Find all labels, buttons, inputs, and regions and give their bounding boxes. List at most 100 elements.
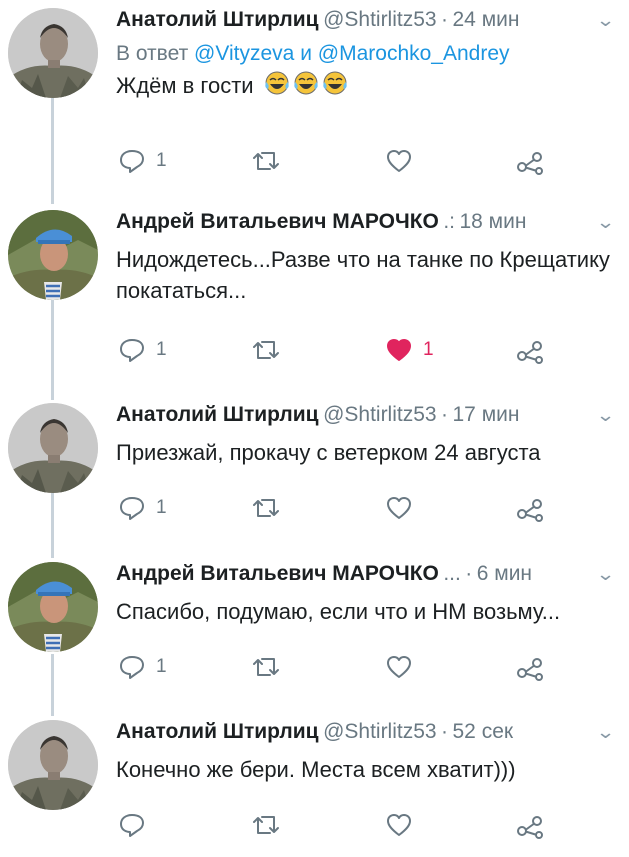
tweet-text: Конечно же бери. Места всем хватит))) — [116, 757, 516, 782]
retweet-icon — [253, 152, 279, 170]
chevron-down-icon[interactable]: ⌄ — [596, 405, 616, 426]
tweet-header: Андрей Витальевич МАРОЧКО .: 18 мин ⌄ — [116, 210, 617, 240]
reply-button[interactable] — [118, 810, 156, 840]
share-icon — [517, 658, 543, 681]
reply-button[interactable]: 1 — [118, 146, 167, 176]
reply-count: 1 — [156, 150, 167, 171]
avatar-shtirlitz[interactable] — [8, 403, 98, 493]
reply-icon — [120, 150, 144, 173]
heart-icon — [387, 656, 411, 678]
tweet-header: Анатолий Штирлиц @Shtirlitz53 · 24 мин ⌄ — [116, 8, 617, 38]
heart-icon — [387, 814, 411, 836]
retweet-icon — [253, 499, 279, 517]
tweet-text: Спасибо, подумаю, если что и НМ возьму..… — [116, 599, 561, 624]
reply-context: В ответ @Vityzeva и @Marochko_Andrey — [116, 42, 617, 66]
reply-count: 1 — [156, 497, 167, 518]
reply-icon — [120, 814, 144, 837]
emoji-group — [264, 70, 348, 104]
retweet-button[interactable] — [250, 146, 282, 176]
share-button[interactable] — [515, 146, 545, 176]
avatar-marochko[interactable] — [8, 562, 98, 652]
retweet-icon — [253, 816, 279, 834]
display-name[interactable]: Андрей Витальевич МАРОЧКО — [116, 210, 439, 233]
timestamp[interactable]: 6 мин — [477, 562, 532, 585]
username[interactable]: .: — [443, 210, 455, 233]
share-button[interactable] — [515, 493, 545, 523]
tweet-text: Нидождетесь...Разве что на танке по Крещ… — [116, 247, 610, 303]
separator-dot: · — [465, 562, 473, 585]
chevron-down-icon[interactable]: ⌄ — [596, 10, 616, 31]
retweet-icon — [253, 658, 279, 676]
share-icon — [517, 152, 543, 175]
share-icon — [517, 499, 543, 522]
display-name[interactable]: Анатолий Штирлиц — [116, 8, 319, 31]
tweet[interactable]: Андрей Витальевич МАРОЧКО ... · 6 мин ⌄ … — [0, 562, 629, 702]
reply-icon — [120, 339, 144, 362]
tweet-actions — [0, 810, 629, 840]
share-icon — [517, 816, 543, 839]
retweet-button[interactable] — [250, 493, 282, 523]
tweet-actions: 1 1 — [0, 335, 629, 365]
face-with-tears-of-joy-icon — [294, 71, 318, 95]
heart-icon — [387, 339, 411, 361]
chevron-down-icon[interactable]: ⌄ — [596, 212, 616, 233]
tweet[interactable]: Андрей Витальевич МАРОЧКО .: 18 мин ⌄ Ни… — [0, 210, 629, 380]
username[interactable]: @Shtirlitz53 — [323, 8, 437, 31]
timestamp[interactable]: 52 сек — [453, 720, 514, 743]
face-with-tears-of-joy-icon — [323, 71, 347, 95]
chevron-down-icon[interactable]: ⌄ — [596, 722, 616, 743]
face-with-tears-of-joy-icon — [265, 71, 289, 95]
username[interactable]: @Shtirlitz53 — [323, 720, 437, 743]
reply-button[interactable]: 1 — [118, 652, 167, 682]
conversation-thread: Анатолий Штирлиц @Shtirlitz53 · 24 мин ⌄… — [0, 0, 629, 857]
timestamp[interactable]: 24 мин — [453, 8, 520, 31]
tweet[interactable]: Анатолий Штирлиц @Shtirlitz53 · 17 мин ⌄… — [0, 403, 629, 543]
like-button[interactable] — [385, 146, 413, 176]
tweet[interactable]: Анатолий Штирлиц @Shtirlitz53 · 52 сек ⌄… — [0, 720, 629, 855]
share-button[interactable] — [515, 652, 545, 682]
display-name[interactable]: Анатолий Штирлиц — [116, 403, 319, 426]
mention-link[interactable]: @Vityzeva — [194, 42, 294, 65]
share-icon — [517, 341, 543, 364]
tweet-header: Андрей Витальевич МАРОЧКО ... · 6 мин ⌄ — [116, 562, 617, 592]
tweet-actions: 1 — [0, 652, 629, 682]
heart-icon — [387, 497, 411, 519]
tweet[interactable]: Анатолий Штирлиц @Shtirlitz53 · 24 мин ⌄… — [0, 8, 629, 188]
chevron-down-icon[interactable]: ⌄ — [596, 564, 616, 585]
like-button[interactable]: 1 — [385, 335, 434, 365]
separator-dot: · — [441, 720, 449, 743]
avatar-shtirlitz[interactable] — [8, 720, 98, 810]
like-button[interactable] — [385, 493, 413, 523]
separator-dot: · — [441, 403, 449, 426]
reply-button[interactable]: 1 — [118, 335, 167, 365]
username[interactable]: @Shtirlitz53 — [323, 403, 437, 426]
tweet-actions: 1 — [0, 146, 629, 176]
retweet-button[interactable] — [250, 335, 282, 365]
tweet-text: Приезжай, прокачу с ветерком 24 августа — [116, 440, 541, 465]
avatar-shtirlitz[interactable] — [8, 8, 98, 98]
username[interactable]: ... — [443, 562, 461, 585]
reply-count: 1 — [156, 339, 167, 360]
display-name[interactable]: Андрей Витальевич МАРОЧКО — [116, 562, 439, 585]
reply-button[interactable]: 1 — [118, 493, 167, 523]
reply-count: 1 — [156, 656, 167, 677]
retweet-icon — [253, 341, 279, 359]
tweet-text: Ждём в гости — [116, 70, 617, 104]
reply-and: и — [300, 42, 312, 65]
separator-dot: · — [441, 8, 449, 31]
share-button[interactable] — [515, 335, 545, 365]
reply-prefix: В ответ — [116, 42, 189, 65]
retweet-button[interactable] — [250, 652, 282, 682]
like-count: 1 — [423, 339, 434, 360]
avatar-marochko[interactable] — [8, 210, 98, 300]
display-name[interactable]: Анатолий Штирлиц — [116, 720, 319, 743]
like-button[interactable] — [385, 652, 413, 682]
share-button[interactable] — [515, 810, 545, 840]
tweet-header: Анатолий Штирлиц @Shtirlitz53 · 17 мин ⌄ — [116, 403, 617, 433]
reply-icon — [120, 497, 144, 520]
timestamp[interactable]: 17 мин — [453, 403, 520, 426]
retweet-button[interactable] — [250, 810, 282, 840]
timestamp[interactable]: 18 мин — [459, 210, 526, 233]
like-button[interactable] — [385, 810, 413, 840]
mention-link[interactable]: @Marochko_Andrey — [318, 42, 510, 65]
